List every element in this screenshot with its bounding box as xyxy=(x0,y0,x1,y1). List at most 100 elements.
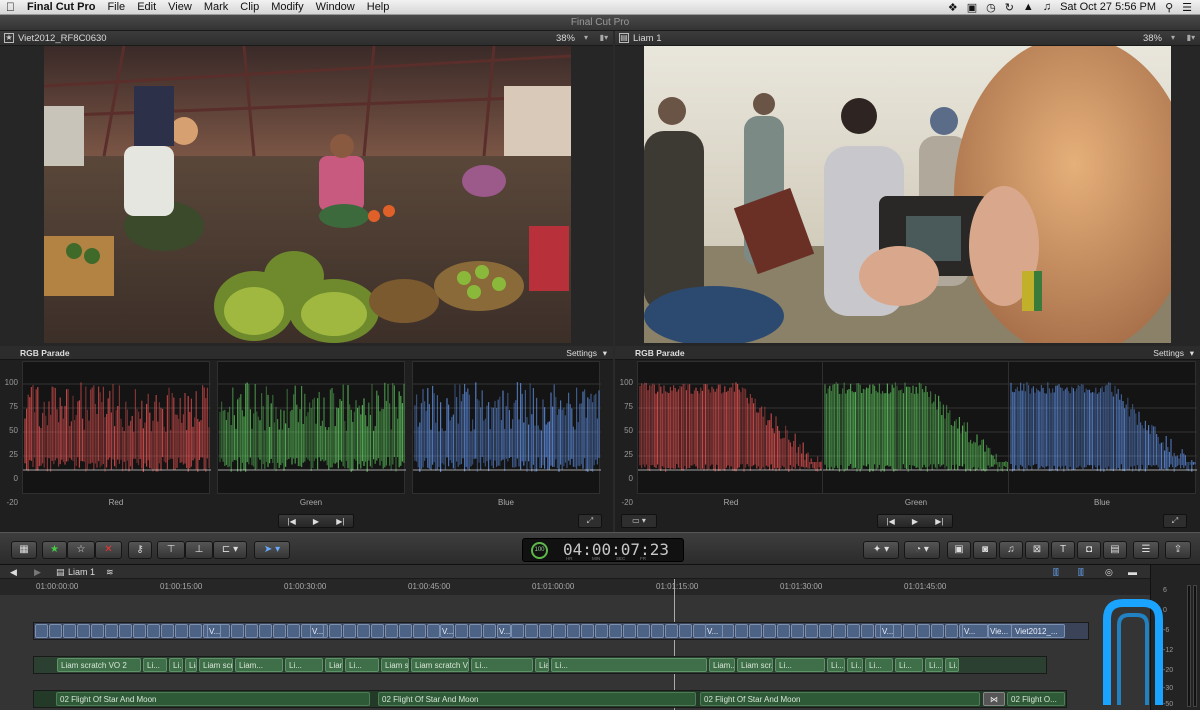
video-clip[interactable] xyxy=(553,624,566,638)
timeline-back-icon[interactable]: ◀ xyxy=(10,565,17,579)
left-prev-frame-icon[interactable]: |◀ xyxy=(288,517,296,526)
video-clip[interactable] xyxy=(637,624,650,638)
apple-menu-icon[interactable]:  xyxy=(0,0,21,15)
sync-icon[interactable]: ↻ xyxy=(1005,1,1014,14)
insert-clip-icon[interactable]: ⊥ xyxy=(185,541,213,559)
video-clip[interactable] xyxy=(91,624,104,638)
video-clip[interactable] xyxy=(133,624,146,638)
video-clip[interactable] xyxy=(119,624,132,638)
video-clip[interactable] xyxy=(483,624,496,638)
video-clip-labeled[interactable]: Viet2012_... xyxy=(1011,624,1065,638)
video-clip[interactable] xyxy=(371,624,384,638)
right-settings-chevron-icon[interactable]: ▾ xyxy=(1190,346,1194,360)
video-clip[interactable] xyxy=(945,624,958,638)
timeline-index-icon[interactable]: ≋ xyxy=(106,565,114,579)
audio-clip[interactable]: Li... xyxy=(143,658,167,672)
music-clip[interactable]: 02 Flight O... xyxy=(1007,692,1065,706)
dropbox-icon[interactable]: ❖ xyxy=(948,1,958,14)
video-clip[interactable] xyxy=(105,624,118,638)
audio-clip[interactable]: Li... xyxy=(775,658,825,672)
timeline-ruler[interactable]: 01:00:00:00 01:00:15:00 01:00:30:00 01:0… xyxy=(0,579,1150,595)
video-clip[interactable] xyxy=(161,624,174,638)
audio-clip[interactable]: Li... xyxy=(471,658,533,672)
video-clip[interactable] xyxy=(791,624,804,638)
dashboard-timecode[interactable]: 100 04:00:07:23 HR MIN SEC FR xyxy=(522,538,684,562)
share-icon[interactable]: ⇪ xyxy=(1165,541,1191,559)
titles-browser-icon[interactable]: T xyxy=(1051,541,1075,559)
import-media-icon[interactable]: ▦ xyxy=(11,541,37,559)
video-clip-labeled[interactable]: V... xyxy=(962,624,988,638)
menu-file[interactable]: File xyxy=(101,0,131,15)
effects-browser-icon[interactable]: ▣ xyxy=(947,541,971,559)
menu-window[interactable]: Window xyxy=(310,0,361,15)
left-settings-chevron-icon[interactable]: ▾ xyxy=(603,346,607,360)
right-prev-frame-icon[interactable]: |◀ xyxy=(887,517,895,526)
music-clip[interactable]: 02 Flight Of Star And Moon xyxy=(56,692,370,706)
video-clip[interactable] xyxy=(175,624,188,638)
audio-clip[interactable]: Li... xyxy=(895,658,923,672)
video-clip[interactable] xyxy=(777,624,790,638)
audio-clip[interactable]: Li... xyxy=(551,658,707,672)
project-zoom-chevron-icon[interactable]: ▾ xyxy=(1168,33,1178,43)
right-view-mode-icon[interactable]: ▭ ▾ xyxy=(621,514,657,528)
app-menu[interactable]: Final Cut Pro xyxy=(21,0,101,15)
notification-icon[interactable]: ☰ xyxy=(1182,1,1192,14)
video-clip[interactable] xyxy=(609,624,622,638)
video-clip[interactable] xyxy=(931,624,944,638)
project-zoom-menu[interactable]: 38% xyxy=(1143,31,1162,46)
video-clip-labeled[interactable]: Vie... xyxy=(988,624,1012,638)
menu-modify[interactable]: Modify xyxy=(265,0,309,15)
video-clip[interactable] xyxy=(427,624,440,638)
audio-clip[interactable]: Li... xyxy=(925,658,943,672)
connect-clip-icon[interactable]: ⊤ xyxy=(157,541,185,559)
video-clip[interactable] xyxy=(511,624,524,638)
video-clip-labeled[interactable]: V... xyxy=(207,624,221,638)
audio-clip[interactable]: Li... xyxy=(345,658,379,672)
music-clip[interactable]: 02 Flight Of Star And Moon xyxy=(378,692,696,706)
video-clip[interactable] xyxy=(623,624,636,638)
video-clip[interactable] xyxy=(833,624,846,638)
select-tool-icon[interactable]: ➤ ▾ xyxy=(254,541,290,559)
video-clip[interactable] xyxy=(35,624,48,638)
video-clip[interactable] xyxy=(861,624,874,638)
time-machine-icon[interactable]: ◷ xyxy=(986,1,996,14)
append-clip-icon[interactable]: ⊏ ▾ xyxy=(213,541,247,559)
enhance-icon[interactable]: ✦ ▾ xyxy=(863,541,899,559)
video-clip[interactable] xyxy=(287,624,300,638)
video-clip[interactable] xyxy=(763,624,776,638)
video-clip[interactable] xyxy=(539,624,552,638)
left-scope-settings[interactable]: Settings xyxy=(566,346,597,360)
video-clip[interactable] xyxy=(903,624,916,638)
audio-clip[interactable]: Liam... xyxy=(185,658,197,672)
menu-view[interactable]: View xyxy=(162,0,198,15)
right-scope-settings[interactable]: Settings xyxy=(1153,346,1184,360)
inspector-icon[interactable]: ☰ xyxy=(1133,541,1159,559)
audio-clip[interactable]: Liam... xyxy=(235,658,283,672)
right-fullscreen-icon[interactable]: ⤢ xyxy=(1163,514,1187,528)
favorite-icon[interactable]: ★ xyxy=(42,541,67,559)
audio-clip[interactable]: Li... xyxy=(285,658,323,672)
generators-browser-icon[interactable]: ◘ xyxy=(1077,541,1101,559)
video-clip[interactable] xyxy=(245,624,258,638)
video-clip[interactable] xyxy=(651,624,664,638)
video-skimming-icon[interactable]: ⫿⫿ xyxy=(1053,565,1059,579)
audio-clip[interactable]: Li... xyxy=(945,658,959,672)
audio-clip[interactable]: Liam scratc... xyxy=(381,658,409,672)
menu-edit[interactable]: Edit xyxy=(131,0,162,15)
video-clip[interactable] xyxy=(357,624,370,638)
video-clip[interactable] xyxy=(749,624,762,638)
music-clip[interactable]: 02 Flight Of Star And Moon xyxy=(700,692,980,706)
volume-icon[interactable]: ♫ xyxy=(1043,1,1051,13)
video-clip[interactable] xyxy=(273,624,286,638)
audio-clip[interactable]: Liam scr... xyxy=(737,658,773,672)
audio-skimming-icon[interactable]: ⫿⫿ xyxy=(1078,565,1084,579)
video-clip[interactable] xyxy=(525,624,538,638)
photo-browser-icon[interactable]: ◙ xyxy=(973,541,997,559)
event-zoom-chevron-icon[interactable]: ▾ xyxy=(581,33,591,43)
video-clip-labeled[interactable]: V... xyxy=(497,624,511,638)
event-view-options-icon[interactable]: ▮▾ xyxy=(599,33,609,43)
video-clip[interactable] xyxy=(63,624,76,638)
audio-clip[interactable]: Li... xyxy=(169,658,183,672)
audio-clip[interactable]: Liam scratch VO 2 xyxy=(535,658,549,672)
themes-browser-icon[interactable]: ▤ xyxy=(1103,541,1127,559)
